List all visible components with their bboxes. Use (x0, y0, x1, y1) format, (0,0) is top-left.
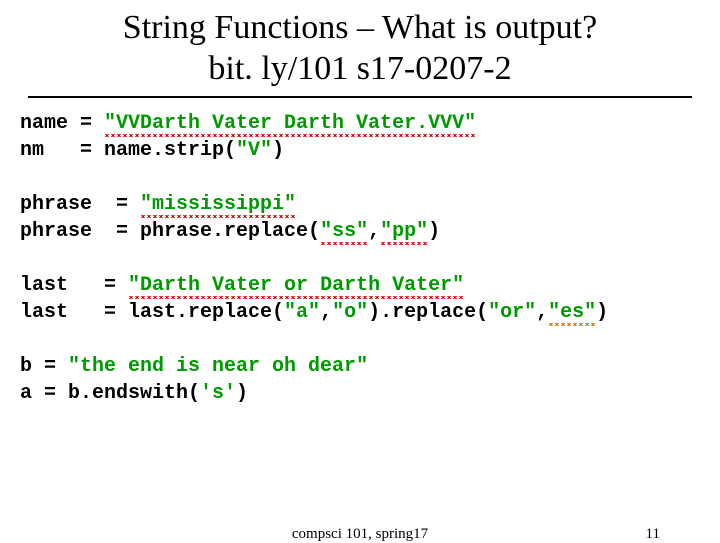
string-literal: "es" (548, 301, 596, 326)
string-literal: 's' (200, 382, 236, 405)
code-text: name = (20, 112, 104, 135)
code-text: , (536, 301, 548, 324)
code-text: last = last.replace( (20, 301, 284, 324)
code-text: last = (20, 274, 128, 297)
string-literal: "mississippi" (140, 193, 296, 218)
string-literal: "a" (284, 301, 320, 324)
code-text: a = b.endswith( (20, 382, 200, 405)
code-block: name = "VVDarth Vater Darth Vater.VVV" n… (0, 98, 720, 407)
code-text: nm = name.strip( (20, 139, 236, 162)
string-literal: "o" (332, 301, 368, 324)
footer-course: compsci 101, spring17 (292, 526, 428, 543)
code-text: ) (596, 301, 608, 324)
string-literal: "Darth Vater or Darth Vater" (128, 274, 464, 299)
string-literal: "V" (236, 139, 272, 162)
code-text: ).replace( (368, 301, 488, 324)
code-text: b = (20, 355, 68, 378)
string-literal: "pp" (380, 220, 428, 245)
slide-title: String Functions – What is output? bit. … (28, 0, 692, 98)
code-text: ) (428, 220, 440, 243)
string-literal: "ss" (320, 220, 368, 245)
code-text: , (320, 301, 332, 324)
string-literal: "the end is near oh dear" (68, 355, 368, 378)
code-text: ) (272, 139, 284, 162)
string-literal: "VVDarth Vater Darth Vater.VVV" (104, 112, 476, 137)
code-text: phrase = (20, 193, 140, 216)
footer-page: 11 (646, 526, 660, 543)
title-line2: bit. ly/101 s17-0207-2 (208, 50, 511, 87)
code-text: phrase = phrase.replace( (20, 220, 320, 243)
string-literal: "or" (488, 301, 536, 324)
code-text: ) (236, 382, 248, 405)
title-line1: String Functions – What is output? (123, 9, 597, 46)
code-text: , (368, 220, 380, 243)
